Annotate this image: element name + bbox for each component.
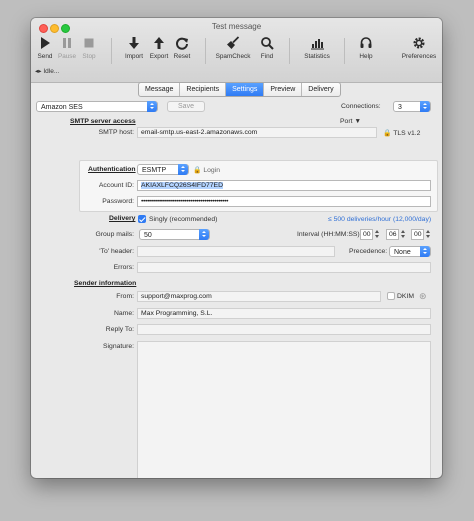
smtp-section-title: SMTP server access (70, 118, 136, 125)
interval-seconds-field[interactable]: 00 (411, 229, 424, 240)
group-mails-label: Group mails: (95, 231, 134, 238)
from-label: From: (116, 293, 134, 300)
interval-hours-field[interactable]: 00 (360, 229, 373, 240)
profile-popup[interactable]: Amazon SES (36, 101, 158, 112)
from-field[interactable]: support@maxprog.com (137, 291, 381, 302)
tab-settings[interactable]: Settings (226, 83, 265, 96)
interval-hours-stepper[interactable] (374, 229, 381, 240)
import-button[interactable]: Import (122, 36, 146, 64)
chevron-updown-icon (420, 101, 430, 112)
tls-indicator: 🔒 TLS v1.2 (383, 130, 421, 137)
password-field[interactable]: ••••••••••••••••••••••••••••••••••••••••… (137, 196, 431, 207)
to-header-label: 'To' header: (99, 248, 134, 255)
refresh-icon (176, 37, 188, 50)
interval-seconds-stepper[interactable] (425, 229, 432, 240)
spamcheck-button[interactable]: SpamCheck (215, 36, 251, 64)
stop-icon (84, 38, 94, 48)
arrow-up-icon (154, 37, 164, 49)
broom-icon (227, 36, 240, 49)
send-button[interactable]: Send (34, 36, 56, 64)
group-mails-popup[interactable]: 50 (139, 229, 210, 240)
settings-pane: Amazon SES Save Connections: 3 SMTP serv… (31, 98, 442, 478)
singly-checkbox[interactable] (138, 215, 146, 223)
window-title: Test message (211, 22, 262, 31)
chevron-updown-icon (199, 229, 209, 240)
chevron-updown-icon (147, 101, 157, 112)
account-id-label: Account ID: (98, 182, 134, 189)
sender-section-title: Sender information (74, 280, 137, 287)
help-button[interactable]: Help (355, 36, 377, 64)
reply-to-label: Reply To: (105, 326, 134, 333)
delivery-section-title: Delivery (109, 215, 136, 222)
headset-icon (360, 37, 372, 48)
tab-recipients[interactable]: Recipients (180, 83, 227, 96)
chevron-updown-icon (420, 246, 430, 257)
authentication-label: Authentication (88, 166, 136, 173)
reset-button[interactable]: Reset (171, 36, 193, 64)
status-text: ◂▸ Idle... (35, 68, 60, 75)
smtp-host-field[interactable]: email-smtp.us-east-2.amazonaws.com (137, 127, 377, 138)
reply-to-field[interactable] (137, 324, 431, 335)
find-button[interactable]: Find (256, 36, 278, 64)
toolbar-separator (344, 38, 345, 64)
connections-popup[interactable]: 3 (393, 101, 431, 112)
to-header-field[interactable] (137, 246, 335, 257)
toolbar-separator (289, 38, 290, 64)
chevron-updown-icon (178, 164, 188, 175)
dkim-checkbox[interactable] (387, 292, 395, 300)
toolbar-separator (205, 38, 206, 64)
spinner-icon: ◂▸ (35, 68, 42, 75)
dkim-label: DKIM (397, 293, 414, 300)
errors-field[interactable] (137, 262, 431, 273)
interval-minutes-stepper[interactable] (400, 229, 407, 240)
play-icon (41, 37, 50, 49)
preferences-button[interactable]: Preferences (400, 36, 438, 64)
main-window: Test message Send Pause Stop Import Expo… (31, 18, 442, 478)
delivery-rate-text: ≤ 500 deliveries/hour (12,000/day) (328, 216, 432, 223)
dkim-settings-icon[interactable]: ⊛ (419, 291, 427, 302)
singly-label: Singly (recommended) (149, 216, 218, 223)
search-icon (261, 37, 274, 50)
save-button[interactable]: Save (167, 101, 205, 112)
bar-chart-icon (311, 39, 324, 50)
login-toggle[interactable]: 🔒 Login (193, 166, 220, 174)
authentication-popup[interactable]: ESMTP (137, 164, 189, 175)
arrow-down-icon (129, 37, 139, 49)
tab-message[interactable]: Message (139, 83, 181, 96)
tab-preview[interactable]: Preview (264, 83, 303, 96)
signature-label: Signature: (103, 343, 134, 350)
statistics-button[interactable]: Statistics (301, 36, 333, 64)
port-menu[interactable]: Port ▼ (340, 118, 361, 125)
connections-label: Connections: (341, 103, 381, 110)
lock-icon: 🔒 (193, 167, 202, 174)
signature-textarea[interactable] (137, 341, 431, 478)
pause-button[interactable]: Pause (56, 36, 78, 64)
precedence-label: Precedence: (349, 248, 388, 255)
smtp-host-label: SMTP host: (98, 129, 134, 136)
export-button[interactable]: Export (147, 36, 171, 64)
stop-button[interactable]: Stop (78, 36, 100, 64)
name-field[interactable]: Max Programming, S.L. (137, 308, 431, 319)
gear-icon (413, 37, 425, 49)
name-label: Name: (113, 310, 134, 317)
tab-delivery[interactable]: Delivery (302, 83, 339, 96)
lock-icon: 🔒 (383, 130, 392, 137)
pause-icon (63, 38, 71, 48)
password-label: Password: (102, 198, 134, 205)
interval-label: Interval (HH:MM:SS): (297, 231, 362, 238)
interval-minutes-field[interactable]: 06 (386, 229, 399, 240)
toolbar-separator (111, 38, 112, 64)
precedence-popup[interactable]: None (389, 246, 431, 257)
errors-label: Errors: (113, 264, 134, 271)
account-id-field[interactable]: AKIAXLFCQ26S4IFD77ED (137, 180, 431, 191)
title-bar: Test message Send Pause Stop Import Expo… (31, 18, 442, 83)
tab-bar: Message Recipients Settings Preview Deli… (138, 82, 341, 97)
